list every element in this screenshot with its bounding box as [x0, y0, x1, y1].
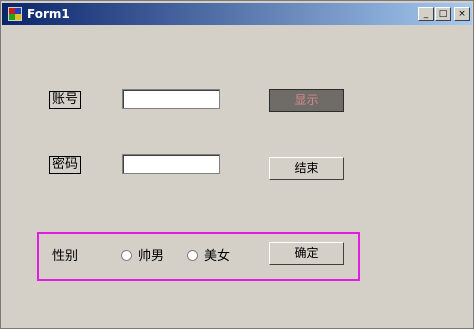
password-label: 密码	[49, 156, 82, 174]
radio-female[interactable]	[187, 250, 198, 261]
gender-label: 性别	[52, 249, 79, 264]
account-input[interactable]	[122, 89, 220, 109]
account-label: 账号	[49, 91, 82, 109]
maximize-icon: □	[438, 9, 448, 19]
close-button[interactable]: ×	[454, 7, 470, 21]
radio-female-label[interactable]: 美女	[204, 249, 230, 265]
password-input[interactable]	[122, 154, 220, 174]
close-icon: ×	[458, 9, 466, 19]
minimize-icon: _	[423, 9, 429, 19]
window-title: Form1	[27, 7, 70, 21]
show-button[interactable]: 显示	[269, 89, 344, 112]
title-bar[interactable]: Form1 _ □ ×	[2, 3, 472, 25]
app-icon	[8, 7, 22, 21]
maximize-button[interactable]: □	[435, 7, 451, 21]
radio-male[interactable]	[121, 250, 132, 261]
radio-male-label[interactable]: 帅男	[138, 249, 164, 265]
minimize-button[interactable]: _	[418, 7, 434, 21]
confirm-button[interactable]: 确定	[269, 242, 344, 265]
form1-window: Form1 _ □ × 账号 显示 密码 结束 性别 帅男 美女 确定	[0, 0, 474, 329]
end-button[interactable]: 结束	[269, 157, 344, 180]
